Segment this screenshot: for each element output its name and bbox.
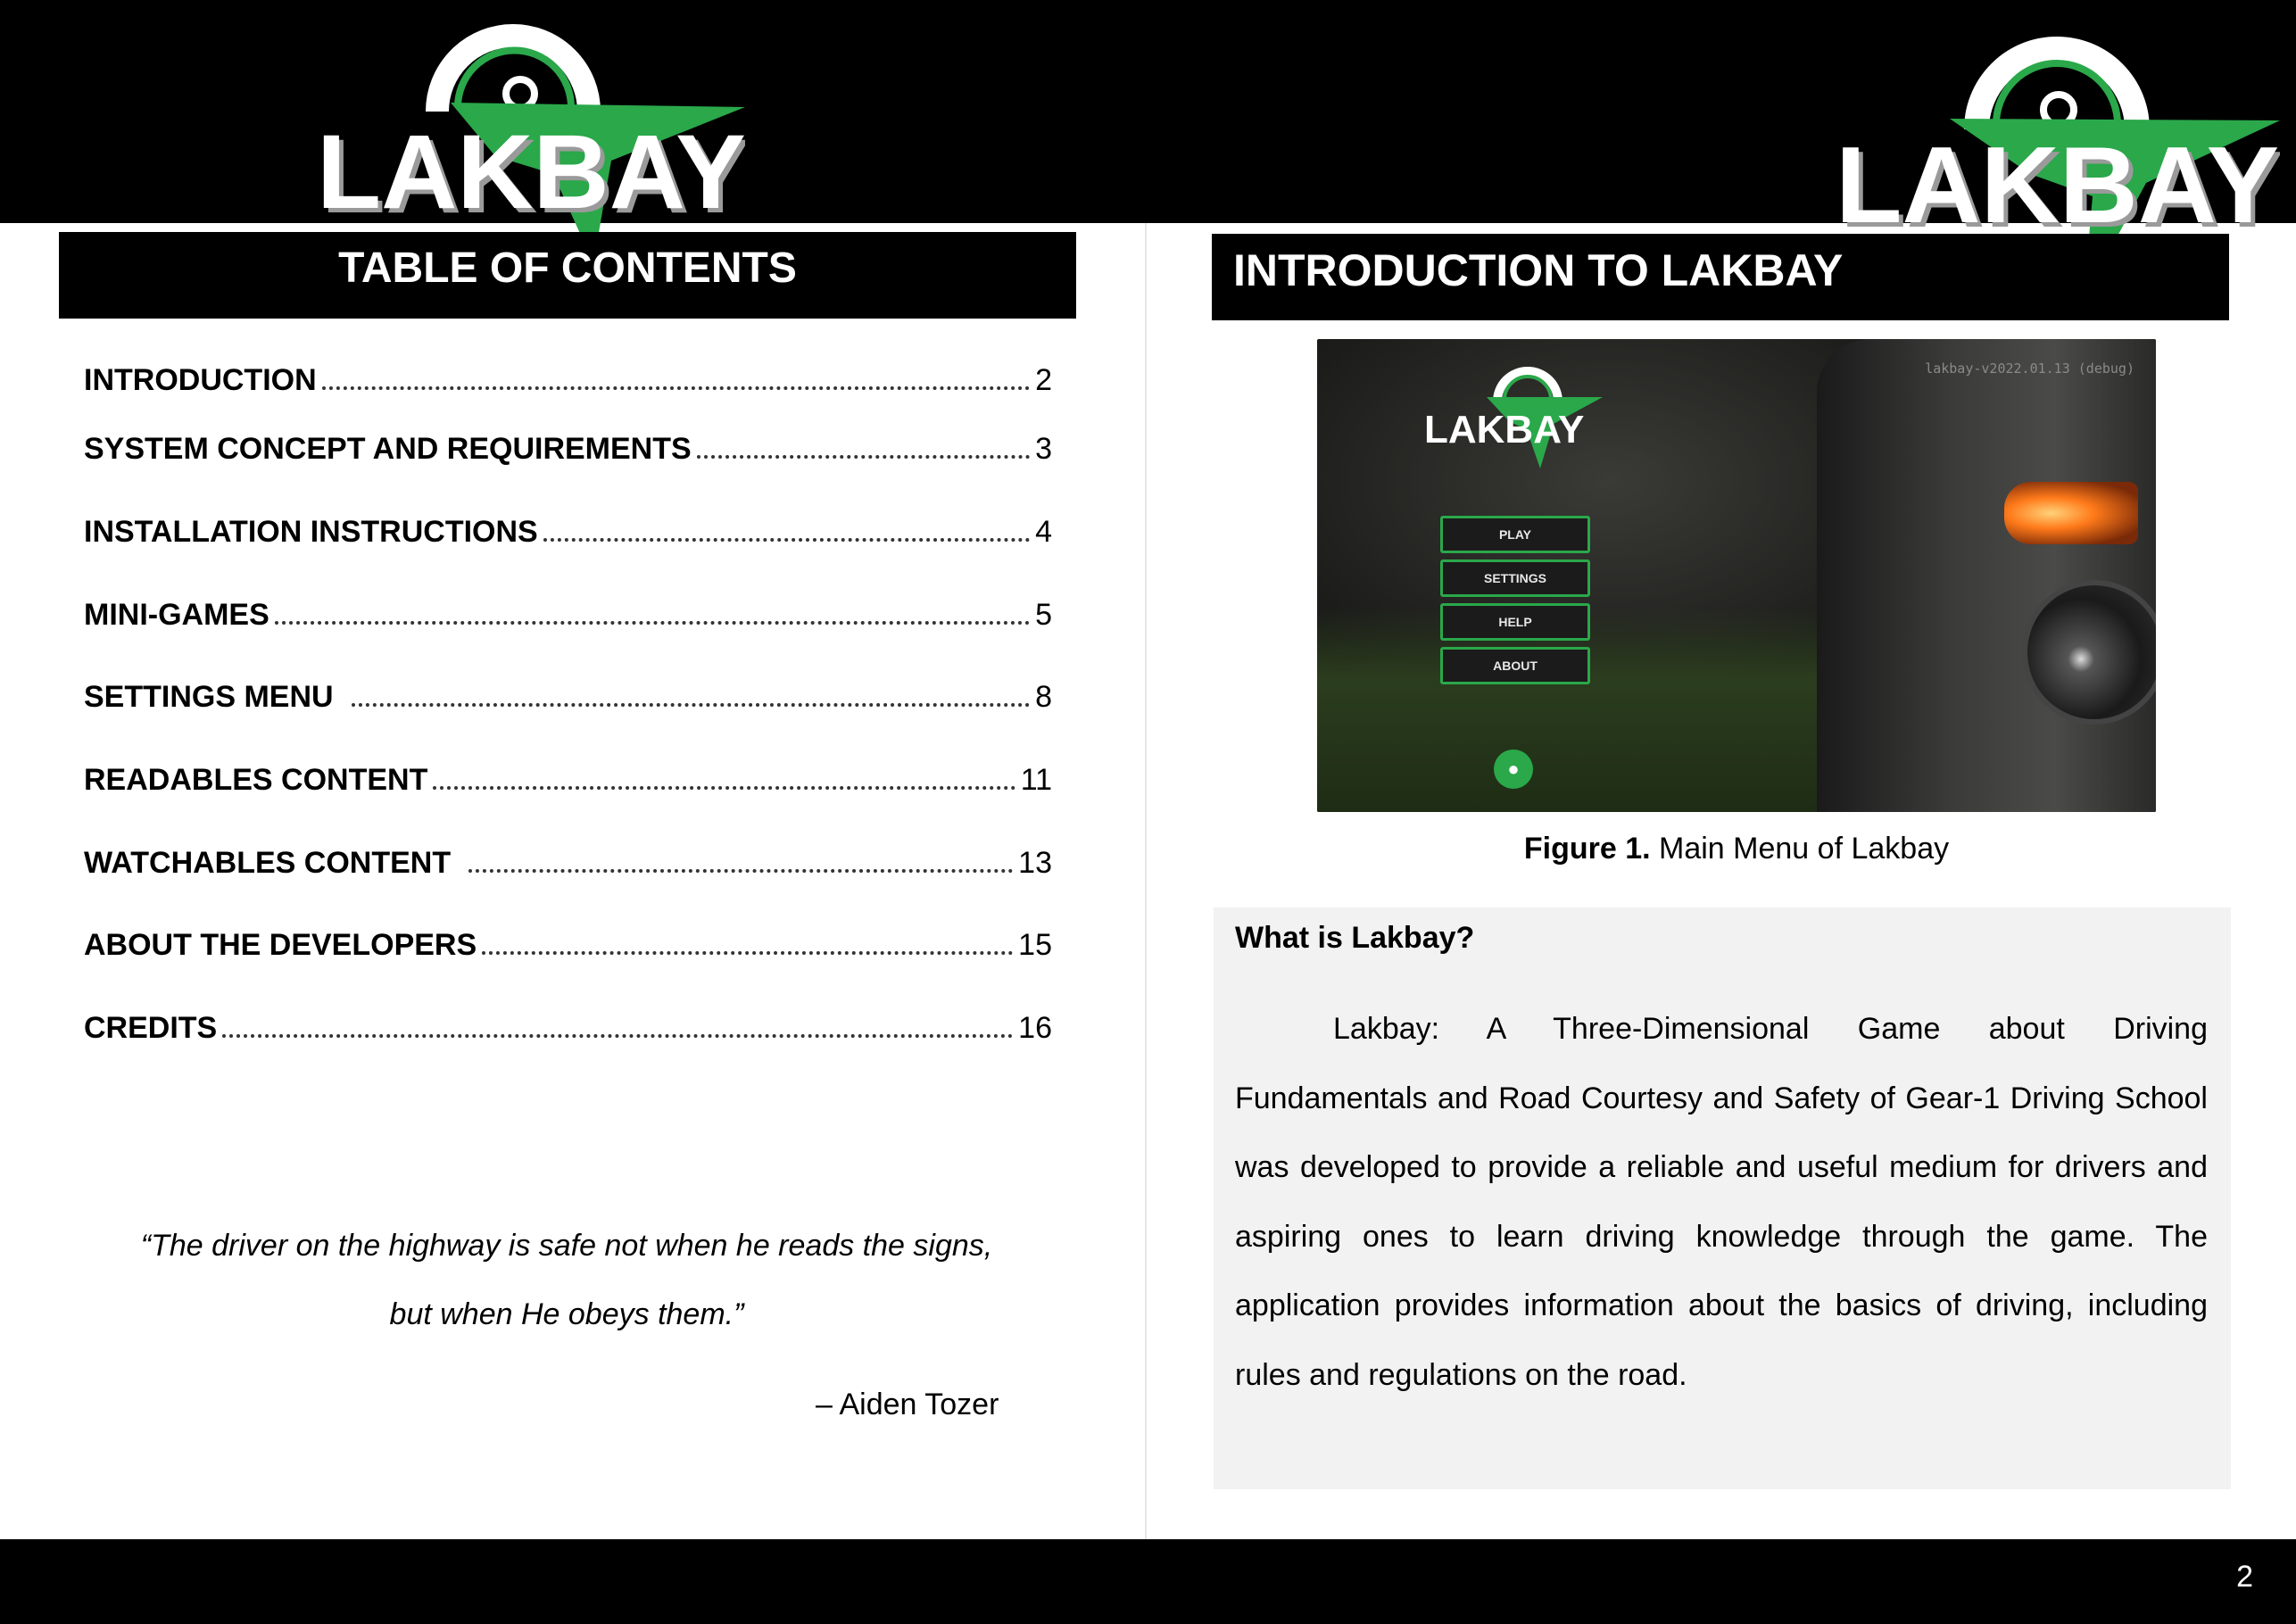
version-label: lakbay-v2022.01.13 (debug) — [1925, 360, 2134, 377]
toc-entry-credits[interactable]: CREDITS 16 — [84, 1005, 1052, 1046]
toc-title: TABLE OF CONTENTS — [59, 232, 1076, 319]
car-signal-light — [2004, 482, 2138, 544]
intro-title: INTRODUCTION TO LAKBAY — [1212, 234, 2229, 320]
quote-line-1: “The driver on the highway is safe not w… — [140, 1229, 993, 1263]
toc-page-number: 3 — [1035, 432, 1052, 466]
car-body — [1817, 339, 2156, 812]
leader-dots — [222, 1034, 1014, 1038]
toc-label: ABOUT THE DEVELOPERS — [84, 928, 477, 962]
page-number: 2 — [2236, 1560, 2253, 1594]
leader-dots — [468, 869, 1014, 873]
car-headlamp — [2022, 580, 2156, 725]
toc-entry-watchables[interactable]: WATCHABLES CONTENT 13 — [84, 840, 1052, 881]
toc-label: READABLES CONTENT — [84, 763, 428, 797]
toc-page-number: 2 — [1035, 363, 1052, 397]
box-heading: What is Lakbay? — [1235, 921, 1475, 955]
figure-caption: Figure 1. Main Menu of Lakbay — [1317, 832, 2156, 866]
help-button[interactable]: HELP — [1440, 603, 1590, 641]
toc-label: MINI-GAMES — [84, 598, 269, 632]
leader-dots — [543, 538, 1031, 542]
main-menu-screenshot: lakbay-v2022.01.13 (debug) LAKBAY PLAY S… — [1317, 339, 2156, 812]
svg-text:LAKBAY: LAKBAY — [1424, 408, 1584, 452]
toc-entry-installation[interactable]: INSTALLATION INSTRUCTIONS 4 — [84, 509, 1052, 550]
quote-line-2: but when He obeys them.” — [389, 1297, 744, 1331]
lakbay-logo-small: LAKBAY — [1424, 357, 1603, 477]
toc-label: INSTALLATION INSTRUCTIONS — [84, 515, 538, 549]
lightbulb-icon[interactable]: ● — [1494, 750, 1533, 789]
toc-page-number: 16 — [1018, 1011, 1052, 1045]
toc-entry-system-concept[interactable]: SYSTEM CONCEPT AND REQUIREMENTS 3 — [84, 426, 1052, 467]
svg-text:LAKBAY: LAKBAY — [1836, 124, 2279, 245]
leader-dots — [696, 455, 1031, 459]
quote-author: – Aiden Tozer — [816, 1388, 999, 1421]
leader-dots — [321, 386, 1031, 390]
toc-label: WATCHABLES CONTENT — [84, 846, 452, 880]
toc-entry-introduction[interactable]: INTRODUCTION 2 — [84, 357, 1052, 398]
figure-caption-text: Main Menu of Lakbay — [1650, 832, 1950, 866]
toc-label: SYSTEM CONCEPT AND REQUIREMENTS — [84, 432, 692, 466]
footer-bar — [0, 1539, 2296, 1624]
toc-label: INTRODUCTION — [84, 363, 317, 397]
leader-dots — [433, 786, 1015, 790]
toc-page-number: 8 — [1035, 680, 1052, 714]
toc-entry-settings-menu[interactable]: SETTINGS MENU 8 — [84, 674, 1052, 715]
settings-button[interactable]: SETTINGS — [1440, 559, 1590, 597]
toc-label: CREDITS — [84, 1011, 218, 1045]
what-is-lakbay-box: What is Lakbay? Lakbay: A Three-Dimensio… — [1214, 907, 2231, 1489]
toc-page-number: 15 — [1018, 928, 1052, 962]
toc-page-number: 4 — [1035, 515, 1052, 549]
leader-dots — [274, 621, 1031, 625]
leader-dots — [482, 951, 1014, 955]
toc-entry-developers[interactable]: ABOUT THE DEVELOPERS 15 — [84, 922, 1052, 963]
about-button[interactable]: ABOUT — [1440, 647, 1590, 684]
toc-page-number: 13 — [1018, 846, 1052, 880]
toc-page-number: 5 — [1035, 598, 1052, 632]
toc-entry-mini-games[interactable]: MINI-GAMES 5 — [84, 592, 1052, 633]
lakbay-logo-left: LAKBAY LAKBAY — [317, 22, 745, 263]
figure-label: Figure 1. — [1523, 832, 1651, 866]
svg-text:LAKBAY: LAKBAY — [317, 113, 745, 231]
leader-dots — [351, 703, 1031, 707]
toc-page-number: 11 — [1020, 763, 1052, 797]
play-button[interactable]: PLAY — [1440, 516, 1590, 553]
toc-label: SETTINGS MENU — [84, 680, 334, 714]
box-paragraph: Lakbay: A Three-Dimensional Game about D… — [1235, 1012, 2208, 1392]
toc-entry-readables[interactable]: READABLES CONTENT 11 — [84, 757, 1052, 798]
page-divider — [1145, 223, 1147, 1539]
